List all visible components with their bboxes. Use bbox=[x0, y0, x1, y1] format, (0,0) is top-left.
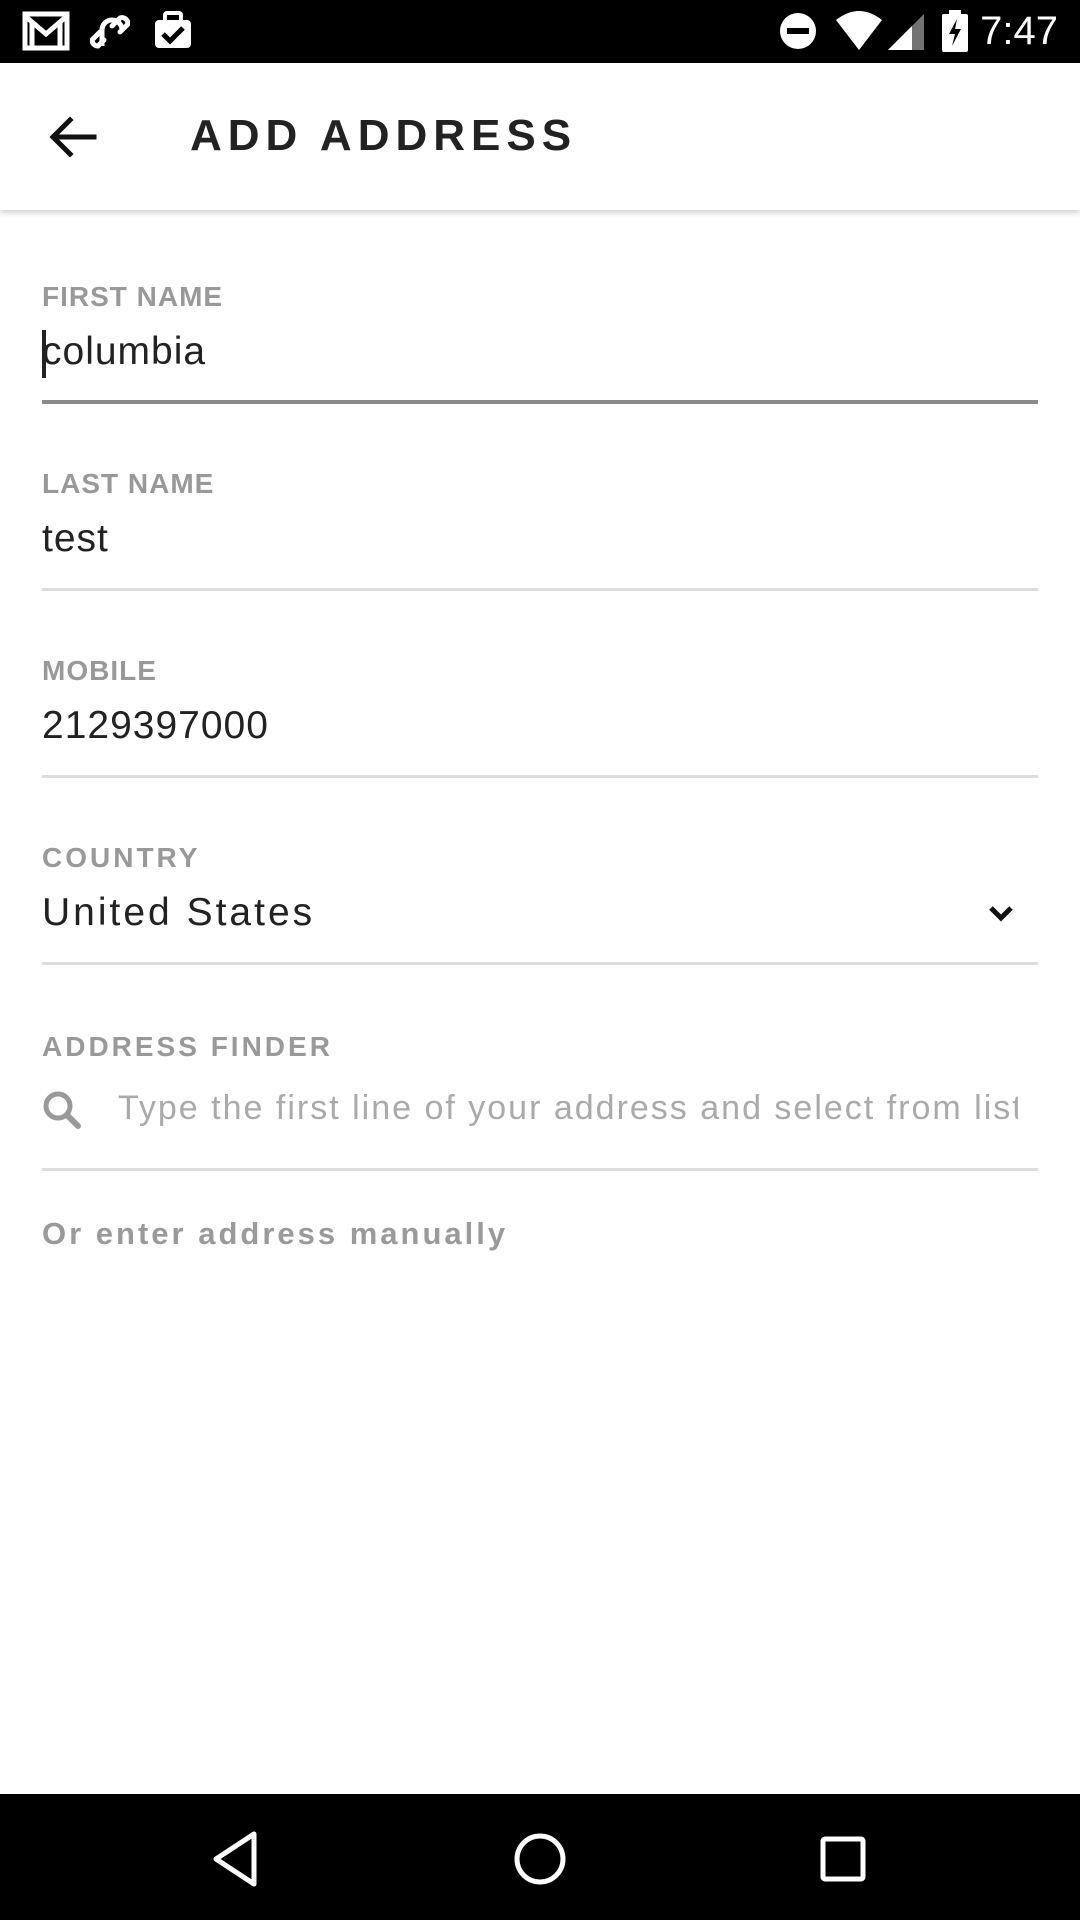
country-label: COUNTRY bbox=[42, 842, 201, 873]
mobile-underline bbox=[42, 775, 1038, 778]
mobile-label: MOBILE bbox=[42, 655, 157, 686]
mobile-field[interactable]: MOBILE bbox=[42, 654, 1038, 784]
address-finder-field[interactable]: ADDRESS FINDER bbox=[42, 1030, 1038, 1175]
enter-address-manually-link[interactable]: Or enter address manually bbox=[42, 1214, 508, 1254]
address-search-input[interactable] bbox=[118, 1084, 1018, 1132]
first-name-underline bbox=[42, 400, 1038, 404]
task-app-icon bbox=[155, 11, 191, 48]
first-name-field[interactable]: FIRST NAME bbox=[42, 280, 1038, 410]
back-button[interactable] bbox=[30, 101, 116, 173]
search-icon bbox=[43, 1091, 81, 1129]
last-name-field[interactable]: LAST NAME bbox=[42, 467, 1038, 597]
battery-charging-icon bbox=[942, 10, 968, 52]
mobile-input[interactable] bbox=[42, 702, 942, 750]
status-bar: 7:47 bbox=[0, 0, 1080, 63]
last-name-label: LAST NAME bbox=[42, 468, 215, 499]
address-finder-label: ADDRESS FINDER bbox=[42, 1031, 333, 1062]
back-triangle-icon[interactable] bbox=[202, 1824, 272, 1894]
signal-icon bbox=[888, 14, 924, 50]
gmail-icon bbox=[22, 11, 70, 51]
country-value: United States bbox=[42, 891, 316, 934]
country-dropdown-toggle[interactable] bbox=[984, 897, 1018, 931]
system-nav-bar bbox=[0, 1794, 1080, 1920]
country-underline bbox=[42, 962, 1038, 965]
chevron-down-icon bbox=[989, 906, 1013, 922]
app-bar: ADD ADDRESS bbox=[0, 63, 1080, 210]
home-circle-icon[interactable] bbox=[505, 1824, 575, 1894]
clock-time: 7:47 bbox=[980, 9, 1058, 53]
country-select[interactable]: COUNTRY United States bbox=[42, 841, 1038, 971]
arrow-left-icon bbox=[49, 116, 97, 158]
wifi-icon bbox=[836, 11, 882, 50]
link-app-icon bbox=[90, 15, 130, 49]
recents-square-icon[interactable] bbox=[808, 1824, 878, 1894]
first-name-input[interactable] bbox=[42, 328, 942, 376]
last-name-input[interactable] bbox=[42, 515, 942, 563]
first-name-label: FIRST NAME bbox=[42, 281, 224, 312]
do-not-disturb-icon bbox=[780, 13, 816, 49]
last-name-underline bbox=[42, 588, 1038, 591]
add-address-screen: 7:47 ADD ADDRESS FIRST NAME LAST NAME MO… bbox=[0, 0, 1080, 1920]
address-finder-underline bbox=[42, 1168, 1038, 1171]
page-title: ADD ADDRESS bbox=[190, 111, 578, 160]
